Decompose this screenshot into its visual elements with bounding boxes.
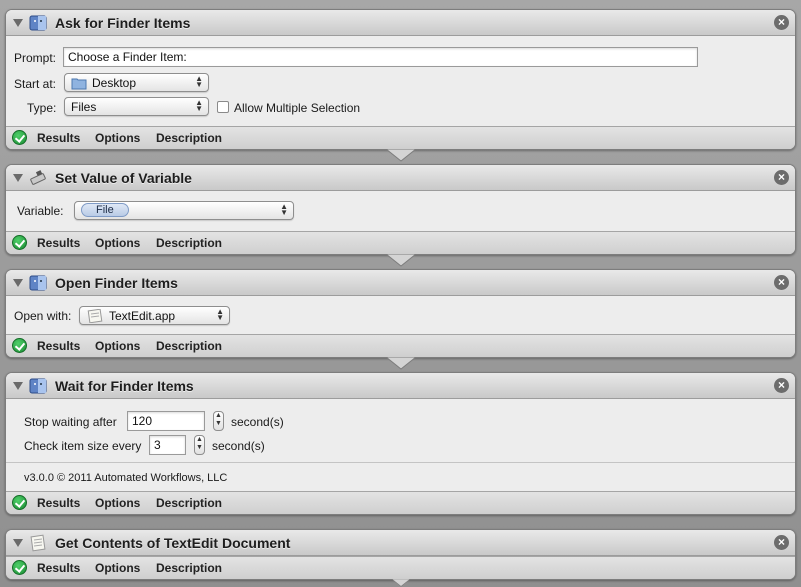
options-tab[interactable]: Options bbox=[95, 131, 140, 145]
results-tab[interactable]: Results bbox=[37, 236, 80, 250]
divider bbox=[6, 462, 795, 463]
stop-waiting-label: Stop waiting after bbox=[24, 415, 117, 429]
check-size-unit: second(s) bbox=[212, 439, 265, 453]
action-footer: Results Options Description bbox=[6, 334, 795, 357]
close-icon[interactable]: × bbox=[774, 170, 789, 185]
action-open-finder-items: Open Finder Items × Open with: TextEdit.… bbox=[5, 269, 796, 358]
description-tab[interactable]: Description bbox=[156, 236, 222, 250]
checkmark-icon bbox=[12, 495, 27, 510]
description-tab[interactable]: Description bbox=[156, 496, 222, 510]
disclosure-triangle-icon[interactable] bbox=[13, 174, 23, 182]
options-tab[interactable]: Options bbox=[95, 561, 140, 575]
close-icon[interactable]: × bbox=[774, 535, 789, 550]
checkmark-icon bbox=[12, 338, 27, 353]
checkmark-icon bbox=[12, 560, 27, 575]
open-with-popup[interactable]: TextEdit.app ▲ ▼ bbox=[79, 306, 230, 325]
type-popup[interactable]: Files ▲ ▼ bbox=[64, 97, 209, 116]
type-value: Files bbox=[71, 100, 97, 114]
disclosure-triangle-icon[interactable] bbox=[13, 279, 23, 287]
variable-token: File bbox=[81, 203, 129, 217]
textedit-icon bbox=[30, 534, 46, 552]
open-with-label: Open with: bbox=[14, 309, 72, 323]
action-title: Wait for Finder Items bbox=[55, 378, 194, 394]
action-footer: Results Options Description bbox=[6, 491, 795, 514]
action-footer: Results Options Description bbox=[6, 126, 795, 149]
action-get-contents-of-textedit-document: Get Contents of TextEdit Document × Resu… bbox=[5, 529, 796, 580]
disclosure-triangle-icon[interactable] bbox=[13, 382, 23, 390]
popup-arrows-icon: ▲ ▼ bbox=[280, 202, 288, 217]
results-tab[interactable]: Results bbox=[37, 131, 80, 145]
start-at-value: Desktop bbox=[92, 76, 137, 90]
type-label: Type: bbox=[27, 101, 57, 115]
action-header: Ask for Finder Items × bbox=[6, 10, 795, 36]
open-with-value: TextEdit.app bbox=[109, 309, 176, 323]
action-header: Open Finder Items × bbox=[6, 270, 795, 296]
action-header: Get Contents of TextEdit Document × bbox=[6, 530, 795, 556]
textedit-icon bbox=[87, 309, 103, 323]
check-size-label: Check item size every bbox=[24, 439, 142, 453]
action-title: Get Contents of TextEdit Document bbox=[55, 535, 291, 551]
checkmark-icon bbox=[12, 130, 27, 145]
finder-icon bbox=[29, 275, 47, 291]
action-footer: Results Options Description bbox=[6, 556, 795, 579]
finder-icon bbox=[29, 378, 47, 394]
options-tab[interactable]: Options bbox=[95, 236, 140, 250]
action-wait-for-finder-items: Wait for Finder Items × Stop waiting aft… bbox=[5, 372, 796, 515]
finder-icon bbox=[29, 15, 47, 31]
close-icon[interactable]: × bbox=[774, 378, 789, 393]
close-icon[interactable]: × bbox=[774, 275, 789, 290]
action-header: Set Value of Variable × bbox=[6, 165, 795, 191]
description-tab[interactable]: Description bbox=[156, 131, 222, 145]
prompt-field[interactable]: Choose a Finder Item: bbox=[63, 47, 698, 67]
options-tab[interactable]: Options bbox=[95, 339, 140, 353]
folder-icon bbox=[71, 78, 87, 90]
description-tab[interactable]: Description bbox=[156, 561, 222, 575]
start-at-popup[interactable]: Desktop ▲ ▼ bbox=[64, 73, 209, 92]
check-size-field[interactable]: 3 bbox=[149, 435, 186, 455]
results-tab[interactable]: Results bbox=[37, 496, 80, 510]
action-title: Open Finder Items bbox=[55, 275, 178, 291]
allow-multiple-checkbox[interactable] bbox=[217, 101, 229, 113]
popup-arrows-icon: ▲ ▼ bbox=[216, 307, 224, 322]
popup-arrows-icon: ▲ ▼ bbox=[195, 98, 203, 113]
description-tab[interactable]: Description bbox=[156, 339, 222, 353]
disclosure-triangle-icon[interactable] bbox=[13, 19, 23, 27]
close-icon[interactable]: × bbox=[774, 15, 789, 30]
connector-icon bbox=[386, 357, 416, 370]
variable-label: Variable: bbox=[17, 204, 64, 218]
variable-icon bbox=[30, 170, 46, 185]
version-text: v3.0.0 © 2011 Automated Workflows, LLC bbox=[24, 472, 228, 484]
start-at-label: Start at: bbox=[14, 77, 57, 91]
action-set-value-of-variable: Set Value of Variable × Variable: File ▲… bbox=[5, 164, 796, 255]
action-ask-for-finder-items: Ask for Finder Items × Prompt: Choose a … bbox=[5, 9, 796, 150]
options-tab[interactable]: Options bbox=[95, 496, 140, 510]
checkmark-icon bbox=[12, 235, 27, 250]
disclosure-triangle-icon[interactable] bbox=[13, 539, 23, 547]
popup-arrows-icon: ▲ ▼ bbox=[195, 74, 203, 89]
connector-icon bbox=[386, 149, 416, 162]
action-footer: Results Options Description bbox=[6, 231, 795, 254]
allow-multiple-label: Allow Multiple Selection bbox=[234, 101, 361, 115]
action-title: Ask for Finder Items bbox=[55, 15, 191, 31]
variable-popup[interactable]: File ▲ ▼ bbox=[74, 201, 294, 220]
prompt-label: Prompt: bbox=[14, 51, 57, 65]
stop-waiting-field[interactable]: 120 bbox=[127, 411, 205, 431]
results-tab[interactable]: Results bbox=[37, 561, 80, 575]
action-header: Wait for Finder Items × bbox=[6, 373, 795, 399]
action-title: Set Value of Variable bbox=[55, 170, 192, 186]
connector-icon bbox=[386, 254, 416, 267]
results-tab[interactable]: Results bbox=[37, 339, 80, 353]
stop-waiting-stepper[interactable]: ▲ ▼ bbox=[213, 411, 224, 431]
check-size-stepper[interactable]: ▲ ▼ bbox=[194, 435, 205, 455]
stop-waiting-unit: second(s) bbox=[231, 415, 284, 429]
connector-icon bbox=[391, 579, 411, 587]
